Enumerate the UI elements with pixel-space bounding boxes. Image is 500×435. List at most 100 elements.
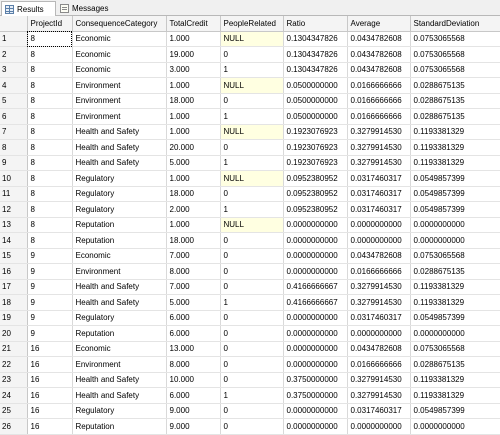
cell-average[interactable]: 0.3279914530 [347, 124, 411, 140]
cell-average[interactable]: 0.0166666666 [347, 108, 411, 125]
table-row[interactable]: 25 16 Regulatory 9.000 0 0.0000000000 0.031746… [0, 403, 500, 419]
cell-standarddeviation[interactable]: 0.0000000000 [410, 325, 500, 342]
cell-average[interactable]: 0.0434782608 [347, 248, 411, 264]
cell-consequencecategory[interactable]: Reputation [72, 325, 167, 342]
cell-peoplerelated[interactable]: 1 [220, 62, 284, 78]
cell-ratio[interactable]: 0.0500000000 [283, 108, 348, 125]
cell-totalcredit[interactable]: 9.000 [166, 418, 221, 435]
row-number[interactable]: 18 [0, 294, 28, 311]
cell-standarddeviation[interactable]: 0.1193381329 [410, 387, 500, 404]
table-row[interactable]: 17 9 Health and Safety 7.000 0 0.4166666667 0.… [0, 279, 500, 295]
row-number[interactable]: 12 [0, 201, 28, 218]
table-row[interactable]: 23 16 Health and Safety 10.000 0 0.3750000000… [0, 372, 500, 388]
cell-peoplerelated[interactable]: 0 [220, 93, 284, 109]
cell-totalcredit[interactable]: 7.000 [166, 279, 221, 295]
cell-projectid[interactable]: 16 [27, 356, 73, 373]
cell-projectid[interactable]: 16 [27, 341, 73, 357]
row-number[interactable]: 22 [0, 356, 28, 373]
cell-projectid[interactable]: 8 [27, 201, 73, 218]
cell-projectid[interactable]: 9 [27, 310, 73, 326]
cell-consequencecategory[interactable]: Regulatory [72, 201, 167, 218]
cell-projectid[interactable]: 8 [27, 124, 73, 140]
cell-standarddeviation[interactable]: 0.0753065568 [410, 46, 500, 63]
cell-standarddeviation[interactable]: 0.0549857399 [410, 186, 500, 202]
cell-projectid[interactable]: 8 [27, 62, 73, 78]
cell-standarddeviation[interactable]: 0.0549857399 [410, 403, 500, 419]
cell-totalcredit[interactable]: 19.000 [166, 46, 221, 63]
cell-ratio[interactable]: 0.1304347826 [283, 31, 348, 47]
row-number[interactable]: 2 [0, 46, 28, 63]
row-number[interactable]: 15 [0, 248, 28, 264]
column-header-peoplerelated[interactable]: PeopleRelated [220, 16, 284, 32]
cell-standarddeviation[interactable]: 0.1193381329 [410, 124, 500, 140]
row-number[interactable]: 10 [0, 170, 28, 187]
cell-peoplerelated[interactable]: NULL [220, 124, 284, 140]
cell-standarddeviation[interactable]: 0.0753065568 [410, 31, 500, 47]
cell-consequencecategory[interactable]: Reputation [72, 217, 167, 233]
cell-totalcredit[interactable]: 18.000 [166, 93, 221, 109]
cell-consequencecategory[interactable]: Health and Safety [72, 387, 167, 404]
cell-average[interactable]: 0.0000000000 [347, 232, 411, 249]
cell-ratio[interactable]: 0.4166666667 [283, 279, 348, 295]
cell-projectid[interactable]: 9 [27, 325, 73, 342]
cell-projectid[interactable]: 9 [27, 279, 73, 295]
cell-ratio[interactable]: 0.1923076923 [283, 124, 348, 140]
results-grid[interactable]: ProjectId ConsequenceCategory TotalCredi… [0, 16, 500, 435]
cell-projectid[interactable]: 16 [27, 403, 73, 419]
cell-projectid[interactable]: 16 [27, 418, 73, 435]
cell-standarddeviation[interactable]: 0.1193381329 [410, 155, 500, 171]
cell-totalcredit[interactable]: 3.000 [166, 62, 221, 78]
cell-average[interactable]: 0.0434782608 [347, 62, 411, 78]
select-all-corner[interactable] [0, 16, 28, 32]
row-number[interactable]: 4 [0, 77, 28, 94]
cell-ratio[interactable]: 0.1304347826 [283, 46, 348, 63]
cell-projectid[interactable]: 8 [27, 155, 73, 171]
cell-totalcredit[interactable]: 10.000 [166, 372, 221, 388]
column-header-ratio[interactable]: Ratio [283, 16, 348, 32]
cell-consequencecategory[interactable]: Health and Safety [72, 155, 167, 171]
cell-peoplerelated[interactable]: 1 [220, 155, 284, 171]
cell-consequencecategory[interactable]: Environment [72, 77, 167, 94]
cell-totalcredit[interactable]: 5.000 [166, 155, 221, 171]
table-row[interactable]: 21 16 Economic 13.000 0 0.0000000000 0.0434782… [0, 341, 500, 357]
row-number[interactable]: 14 [0, 232, 28, 249]
cell-consequencecategory[interactable]: Economic [72, 248, 167, 264]
table-row[interactable]: 24 16 Health and Safety 6.000 1 0.3750000000 0… [0, 387, 500, 404]
cell-peoplerelated[interactable]: 0 [220, 263, 284, 280]
cell-ratio[interactable]: 0.0500000000 [283, 93, 348, 109]
cell-peoplerelated[interactable]: 0 [220, 372, 284, 388]
cell-average[interactable]: 0.0166666666 [347, 356, 411, 373]
cell-consequencecategory[interactable]: Economic [72, 341, 167, 357]
cell-peoplerelated[interactable]: NULL [220, 170, 284, 187]
cell-consequencecategory[interactable]: Regulatory [72, 170, 167, 187]
cell-projectid[interactable]: 8 [27, 77, 73, 94]
cell-projectid[interactable]: 8 [27, 217, 73, 233]
table-row[interactable]: 6 8 Environment 1.000 1 0.0500000000 0.0166666… [0, 108, 500, 125]
cell-totalcredit[interactable]: 9.000 [166, 403, 221, 419]
table-row[interactable]: 5 8 Environment 18.000 0 0.0500000000 0.016666… [0, 93, 500, 109]
cell-consequencecategory[interactable]: Health and Safety [72, 124, 167, 140]
cell-standarddeviation[interactable]: 0.0288675135 [410, 356, 500, 373]
column-header-consequencecategory[interactable]: ConsequenceCategory [72, 16, 167, 32]
table-row[interactable]: 19 9 Regulatory 6.000 0 0.0000000000 0.0317460… [0, 310, 500, 326]
cell-totalcredit[interactable]: 8.000 [166, 263, 221, 280]
table-row[interactable]: 8 8 Health and Safety 20.000 0 0.1923076923 0.… [0, 139, 500, 156]
cell-peoplerelated[interactable]: 0 [220, 279, 284, 295]
cell-ratio[interactable]: 0.0000000000 [283, 418, 348, 435]
cell-consequencecategory[interactable]: Economic [72, 31, 167, 47]
cell-ratio[interactable]: 0.0952380952 [283, 201, 348, 218]
row-number[interactable]: 23 [0, 372, 28, 388]
cell-peoplerelated[interactable]: NULL [220, 217, 284, 233]
cell-peoplerelated[interactable]: NULL [220, 31, 284, 47]
cell-totalcredit[interactable]: 1.000 [166, 124, 221, 140]
cell-ratio[interactable]: 0.0000000000 [283, 232, 348, 249]
cell-ratio[interactable]: 0.1923076923 [283, 139, 348, 156]
cell-projectid[interactable]: 8 [27, 170, 73, 187]
table-row[interactable]: 7 8 Health and Safety 1.000 NULL 0.1923076923… [0, 124, 500, 140]
cell-consequencecategory[interactable]: Environment [72, 263, 167, 280]
cell-peoplerelated[interactable]: 1 [220, 108, 284, 125]
cell-average[interactable]: 0.0434782608 [347, 341, 411, 357]
cell-projectid[interactable]: 8 [27, 93, 73, 109]
cell-average[interactable]: 0.0317460317 [347, 403, 411, 419]
cell-projectid[interactable]: 9 [27, 248, 73, 264]
